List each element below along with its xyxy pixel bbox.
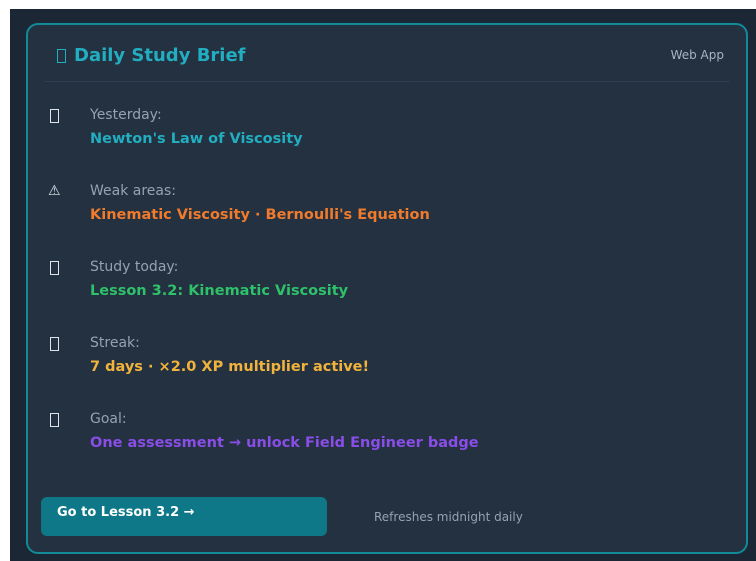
row-label: Yesterday:	[90, 107, 162, 123]
daily-study-brief-card: Daily Study Brief Web App Yesterday: New…	[26, 23, 748, 554]
row-label: Streak:	[90, 335, 140, 351]
row-value: Newton's Law of Viscosity	[90, 131, 303, 147]
row-label: Weak areas:	[90, 183, 177, 199]
document-icon	[50, 261, 59, 275]
row-value: One assessment → unlock Field Engineer b…	[90, 435, 479, 451]
warning-icon: ⚠	[48, 183, 61, 199]
document-icon	[50, 337, 59, 351]
refresh-note: Refreshes midnight daily	[374, 510, 523, 524]
row-weak-areas: ⚠ Weak areas: Kinematic Viscosity · Bern…	[28, 181, 746, 241]
platform-tag: Web App	[670, 48, 724, 62]
app-background: Daily Study Brief Web App Yesterday: New…	[10, 9, 756, 561]
row-study-today: Study today: Lesson 3.2: Kinematic Visco…	[28, 257, 746, 317]
row-label: Study today:	[90, 259, 179, 275]
document-icon	[57, 48, 66, 63]
go-to-lesson-button[interactable]: Go to Lesson 3.2 →	[41, 497, 327, 536]
document-icon	[50, 413, 59, 427]
row-value: 7 days · ×2.0 XP multiplier active!	[90, 359, 370, 375]
header-divider	[44, 81, 730, 82]
row-yesterday: Yesterday: Newton's Law of Viscosity	[28, 105, 746, 165]
card-title: Daily Study Brief	[74, 45, 246, 66]
row-value: Lesson 3.2: Kinematic Viscosity	[90, 283, 349, 299]
card-header: Daily Study Brief Web App	[28, 25, 746, 83]
row-streak: Streak: 7 days · ×2.0 XP multiplier acti…	[28, 333, 746, 393]
document-icon	[50, 109, 59, 123]
card-title-wrap: Daily Study Brief	[57, 45, 246, 66]
row-label: Goal:	[90, 411, 127, 427]
row-goal: Goal: One assessment → unlock Field Engi…	[28, 409, 746, 469]
row-value: Kinematic Viscosity · Bernoulli's Equati…	[90, 207, 430, 223]
